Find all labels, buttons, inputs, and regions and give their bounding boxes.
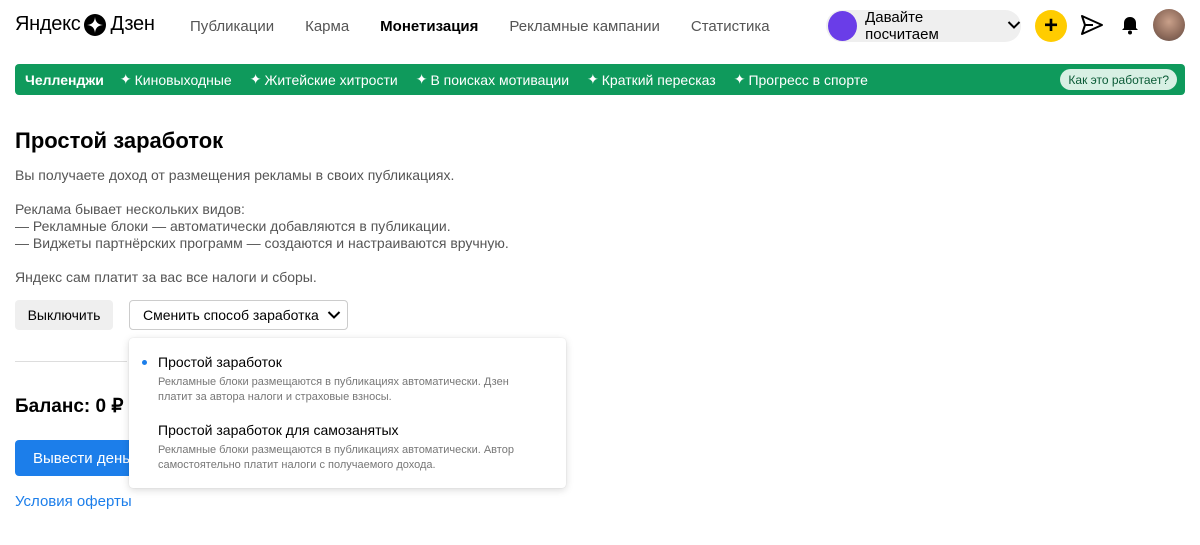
sparkle-icon: ✦ (733, 71, 746, 87)
option-title: Простой заработок для самозанятых (158, 422, 399, 438)
option-description-line: Рекламные блоки размещаются в публикация… (158, 444, 514, 456)
challenge-item[interactable]: ✦ Прогресс в спорте (734, 71, 868, 88)
nav-statistics[interactable]: Статистика (691, 18, 770, 35)
chevron-down-icon (327, 307, 341, 323)
disable-button[interactable]: Выключить (15, 300, 113, 330)
nav-monetization[interactable]: Монетизация (380, 18, 478, 35)
plus-icon: + (1043, 12, 1058, 39)
channel-switcher[interactable]: Давайте посчитаем (826, 9, 1021, 43)
create-button[interactable]: + (1035, 10, 1067, 42)
challenge-label: Краткий пересказ (601, 71, 716, 88)
channel-name: Давайте посчитаем (865, 9, 939, 43)
challenge-label: Прогресс в спорте (748, 71, 868, 88)
taxes-text: Яндекс сам платит за вас все налоги и сб… (15, 269, 317, 285)
challenges-strip: Челленджи ✦ Киновыходные ✦ Житейские хитро… (15, 64, 1185, 95)
header: Яндекс Дзен Публикации Карма Монетизация… (0, 0, 1200, 52)
balance: Баланс: 0 ₽ (15, 396, 124, 417)
logo-yandex-text: Яндекс (15, 13, 81, 35)
nav-karma[interactable]: Карма (305, 18, 349, 35)
intro-text: Вы получаете доход от размещения рекламы… (15, 167, 455, 183)
send-icon[interactable] (1080, 14, 1104, 41)
change-method-button[interactable]: Сменить способ заработка (129, 300, 348, 330)
sparkle-icon: ✦ (119, 71, 132, 87)
option-description-line: платит за автора налоги и страховые взно… (158, 391, 392, 403)
channel-avatar (828, 11, 858, 41)
nav-ad-campaigns[interactable]: Рекламные кампании (509, 18, 659, 35)
logo-zen-text: Дзен (110, 13, 155, 35)
divider (15, 361, 127, 362)
challenge-item[interactable]: ✦ Краткий пересказ (587, 71, 716, 88)
option-title: Простой заработок (158, 354, 282, 370)
challenges-title: Челленджи (25, 71, 104, 88)
sparkle-icon: ✦ (249, 71, 262, 87)
challenge-item[interactable]: ✦ Житейские хитрости (250, 71, 398, 88)
logo[interactable]: Яндекс Дзен (15, 13, 155, 36)
challenge-item[interactable]: ✦ В поисках мотивации (416, 71, 569, 88)
option-description-line: самостоятельно платит налоги с получаемо… (158, 459, 436, 471)
top-nav: Публикации Карма Монетизация Рекламные к… (190, 18, 801, 35)
change-method-label: Сменить способ заработка (143, 307, 319, 323)
sparkle-icon: ✦ (415, 71, 428, 87)
option-self-employed[interactable]: Простой заработок для самозанятых Реклам… (158, 422, 538, 473)
ad-types-heading: Реклама бывает нескольких видов: (15, 201, 245, 217)
option-simple-earning[interactable]: Простой заработок Рекламные блоки размещ… (142, 354, 538, 405)
challenge-label: Житейские хитрости (264, 71, 398, 88)
ad-type-blocks: — Рекламные блоки — автоматически добавл… (15, 218, 451, 234)
option-description: Рекламные блоки размещаются в публикация… (158, 375, 538, 405)
option-description-line: Рекламные блоки размещаются в публикация… (158, 376, 509, 388)
offer-terms-link[interactable]: Условия оферты (15, 493, 132, 510)
bullet-dot-icon (142, 360, 147, 365)
challenge-label: Киновыходные (134, 71, 232, 88)
page-title: Простой заработок (15, 128, 224, 153)
ad-type-widgets: — Виджеты партнёрских программ — создают… (15, 235, 509, 251)
challenge-item[interactable]: ✦ Киновыходные (120, 71, 232, 88)
bell-icon[interactable] (1120, 15, 1140, 40)
nav-publications[interactable]: Публикации (190, 18, 274, 35)
how-it-works-button[interactable]: Как это работает? (1060, 69, 1177, 90)
user-avatar[interactable] (1153, 9, 1185, 41)
challenge-label: В поисках мотивации (430, 71, 570, 88)
earning-method-dropdown: Простой заработок Рекламные блоки размещ… (129, 338, 566, 488)
option-description: Рекламные блоки размещаются в публикация… (158, 443, 538, 473)
zen-logo-icon (84, 13, 107, 36)
chevron-down-icon (1007, 17, 1021, 35)
sparkle-icon: ✦ (587, 71, 599, 87)
